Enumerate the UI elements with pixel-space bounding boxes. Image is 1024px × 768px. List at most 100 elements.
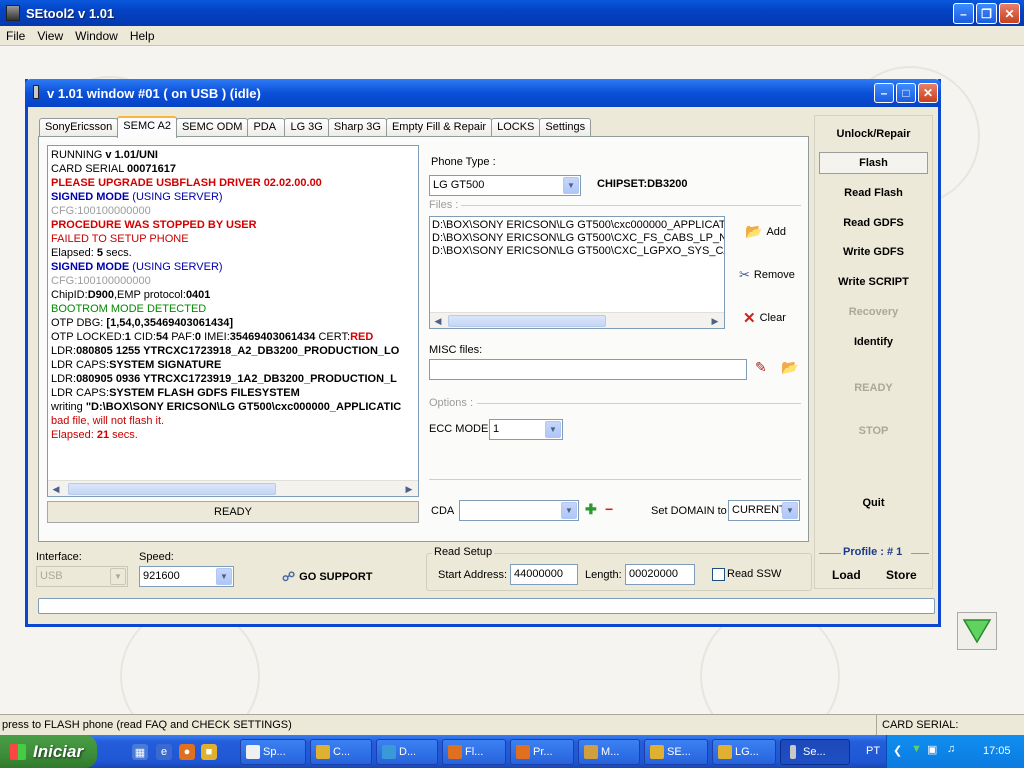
store-profile-button[interactable]: Store [886, 568, 917, 582]
add-cda-icon[interactable]: ✚ [585, 501, 597, 518]
list-item[interactable]: D:\BOX\SONY ERICSON\LG GT500\cxc000000_A… [432, 219, 724, 232]
log-segment: SIGNED MODE [51, 191, 130, 203]
quit-button[interactable]: Quit [819, 493, 928, 515]
start-button[interactable]: Iniciar [0, 735, 97, 768]
log-output[interactable]: RUNNING v 1.01/UNI CARD SERIAL 00071617 PL… [47, 145, 419, 497]
taskbar-item[interactable]: M... [578, 739, 640, 765]
firefox-icon[interactable]: ● [179, 744, 195, 760]
close-button[interactable]: ✕ [999, 3, 1020, 24]
folder-icon[interactable]: ■ [201, 744, 217, 760]
phone-icon [790, 745, 796, 759]
taskbar-item[interactable]: Sp... [240, 739, 306, 765]
interface-select[interactable]: USB ▼ [36, 566, 128, 587]
tab-semc-a2[interactable]: SEMC A2 [117, 116, 177, 138]
speed-select[interactable]: 921600 ▼ [139, 566, 234, 587]
tab-sonyericsson[interactable]: SonyEricsson [39, 118, 119, 137]
log-line: LDR CAPS:SYSTEM SIGNATURE [51, 358, 417, 372]
start-address-input[interactable]: 44000000 [510, 564, 578, 585]
show-desktop-icon[interactable]: ▦ [132, 744, 148, 760]
set-domain-label: Set DOMAIN to [651, 505, 727, 517]
app-icon [6, 5, 20, 21]
log-segment: BOOTROM MODE DETECTED [51, 303, 207, 315]
remove-button[interactable]: ✂ Remove [739, 267, 795, 283]
remove-cda-icon[interactable]: − [605, 501, 613, 517]
clear-button[interactable]: ✕ Clear [743, 309, 786, 327]
load-profile-button[interactable]: Load [832, 568, 861, 582]
child-maximize-button[interactable]: □ [896, 83, 916, 103]
language-indicator[interactable]: PT [866, 745, 880, 757]
internet-explorer-icon[interactable]: e [156, 744, 172, 760]
volume-icon[interactable]: ♫ [947, 743, 955, 755]
unlock-repair-button[interactable]: Unlock/Repair [819, 124, 928, 146]
log-hscrollbar[interactable]: ◀ ▶ [48, 480, 418, 496]
taskbar-item[interactable]: C... [310, 739, 372, 765]
tab-locks[interactable]: LOCKS [491, 118, 541, 137]
log-segment: 35469403061434 [229, 331, 316, 343]
list-item[interactable]: D:\BOX\SONY ERICSON\LG GT500\CXC_FS_CABS… [432, 232, 724, 245]
identify-button[interactable]: Identify [819, 332, 928, 354]
cda-select[interactable]: ▼ [459, 500, 579, 521]
profile-label: Profile : # 1 [843, 546, 903, 558]
edit-pencil-icon[interactable]: ✎ [755, 359, 767, 376]
list-item[interactable]: D:\BOX\SONY ERICSON\LG GT500\CXC_LGPXO_S… [432, 245, 724, 258]
log-segment: LDR: [51, 345, 77, 357]
minimize-button[interactable]: – [953, 3, 974, 24]
tab-lg-3g[interactable]: LG 3G [284, 118, 329, 137]
log-segment: 54 [155, 331, 169, 343]
folder-open-icon[interactable]: 📂 [781, 359, 798, 376]
taskbar-item[interactable]: SE... [644, 739, 708, 765]
network-icon[interactable]: ▼ [911, 743, 922, 755]
write-gdfs-button[interactable]: Write GDFS [819, 242, 928, 264]
flash-button[interactable]: Flash [819, 152, 928, 174]
tab-pda[interactable]: PDA [247, 118, 286, 137]
phone-type-label: Phone Type : [431, 156, 496, 168]
read-setup-label: Read Setup [432, 546, 495, 558]
folder-icon [316, 745, 330, 759]
write-script-button[interactable]: Write SCRIPT [819, 272, 928, 294]
tab-empty-fill-repair[interactable]: Empty Fill & Repair [385, 118, 493, 137]
child-close-button[interactable]: ✕ [918, 83, 938, 103]
scroll-left-icon[interactable]: ◀ [49, 482, 63, 496]
log-segment: D900 [87, 289, 114, 301]
scroll-right-icon[interactable]: ▶ [402, 482, 416, 496]
child-minimize-button[interactable]: – [874, 83, 894, 103]
log-segment: RUNNING [51, 149, 106, 161]
taskbar-item[interactable]: Pr... [510, 739, 574, 765]
files-label: Files : [429, 199, 459, 211]
tab-settings[interactable]: Settings [539, 118, 592, 137]
tab-sharp-3g[interactable]: Sharp 3G [327, 118, 387, 137]
add-button[interactable]: 📂 Add [745, 223, 786, 240]
ready-button[interactable]: READY [819, 378, 928, 400]
taskbar-item-setool[interactable]: Se... [780, 739, 850, 765]
chevron-down-icon: ▼ [216, 568, 232, 585]
recovery-button[interactable]: Recovery [819, 302, 928, 324]
phone-type-select[interactable]: LG GT500 ▼ [429, 175, 581, 196]
down-arrow-icon[interactable] [957, 612, 997, 650]
read-flash-button[interactable]: Read Flash [819, 183, 928, 205]
restore-button[interactable]: ❐ [976, 3, 997, 24]
tray-arrow-icon[interactable]: ❮ [893, 744, 902, 757]
go-support-button[interactable]: ☍ GO SUPPORT [282, 569, 373, 585]
menu-help[interactable]: Help [124, 29, 161, 43]
scroll-right-icon[interactable]: ▶ [708, 314, 722, 328]
taskbar-item[interactable]: D... [376, 739, 438, 765]
read-ssw-checkbox[interactable] [712, 568, 725, 581]
folder-icon [718, 745, 732, 759]
monitor-icon[interactable]: ▣ [927, 743, 937, 756]
menu-window[interactable]: Window [69, 29, 124, 43]
stop-button[interactable]: STOP [819, 421, 928, 443]
length-input[interactable]: 00020000 [625, 564, 695, 585]
domain-select[interactable]: CURRENT ▼ [728, 500, 800, 521]
files-list[interactable]: D:\BOX\SONY ERICSON\LG GT500\cxc000000_A… [429, 216, 725, 329]
semc-a2-panel: RUNNING v 1.01/UNI CARD SERIAL 00071617 PL… [38, 136, 809, 542]
files-hscrollbar[interactable]: ◀ ▶ [430, 312, 724, 328]
taskbar-item[interactable]: LG... [712, 739, 776, 765]
tab-semc-odm[interactable]: SEMC ODM [175, 118, 249, 137]
scroll-left-icon[interactable]: ◀ [431, 314, 445, 328]
menu-file[interactable]: File [0, 29, 31, 43]
menu-view[interactable]: View [31, 29, 69, 43]
taskbar-item[interactable]: Fl... [442, 739, 506, 765]
misc-files-input[interactable] [429, 359, 747, 380]
read-gdfs-button[interactable]: Read GDFS [819, 213, 928, 235]
ecc-mode-select[interactable]: 1 ▼ [489, 419, 563, 440]
